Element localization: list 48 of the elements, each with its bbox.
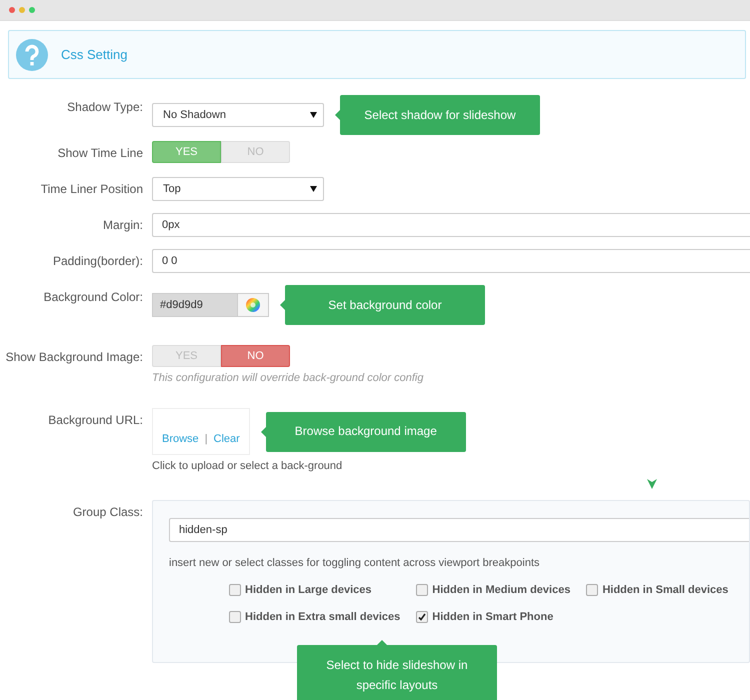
tooltip: Browse background image [266, 412, 466, 452]
checkbox[interactable] [586, 584, 598, 596]
field-label: Background Color: [42, 289, 144, 306]
browse-link[interactable]: Browse [162, 433, 199, 445]
color-wheel-icon [246, 298, 260, 312]
checkbox[interactable] [229, 584, 241, 596]
checkbox[interactable] [229, 611, 241, 623]
input-field[interactable]: hidden-sp [169, 518, 749, 542]
help-text: This configuration will override back-ground color config [152, 372, 424, 384]
help-text: insert new or select classes for toggling content across viewport breakpoints [169, 557, 541, 569]
help-icon [16, 38, 48, 70]
field-label: Time Liner Position [40, 181, 144, 198]
field-label: Show Time Line [56, 145, 144, 162]
maximize-dot[interactable] [29, 7, 35, 13]
caret-icon [310, 184, 317, 194]
checkbox-label: Hidden in Smart Phone [432, 611, 554, 623]
checkbox-label: Hidden in Large devices [245, 584, 372, 596]
tooltip: Select shadow for slideshow [340, 95, 540, 135]
field-label: Group Class: [72, 504, 144, 521]
color-input[interactable]: #d9d9d9 [152, 293, 238, 317]
field-label: Shadow Type: [66, 99, 144, 116]
input-field[interactable]: 0px [152, 213, 750, 237]
caret-icon [310, 110, 317, 120]
field-label: Background URL: [47, 412, 144, 429]
field-label: Show Background Image: [4, 349, 144, 366]
tooltip: Set background color [285, 285, 485, 325]
minimize-dot[interactable] [19, 7, 25, 13]
checkbox[interactable] [416, 611, 428, 623]
help-text: Click to upload or select a back-ground [152, 460, 344, 472]
field-label: Padding(border): [52, 253, 144, 270]
dropdown[interactable]: No Shadown [152, 103, 324, 127]
panel-title: Css Setting [61, 47, 128, 62]
toggle-option[interactable]: NO [221, 345, 290, 367]
color-picker-button[interactable] [238, 293, 269, 317]
checkbox[interactable] [416, 584, 428, 596]
separator: | [204, 433, 208, 445]
field-label: Margin: [102, 217, 144, 234]
upload-area[interactable]: Browse | Clear [152, 408, 250, 455]
toggle-option[interactable]: YES [152, 141, 221, 163]
checkbox-label: Hidden in Medium devices [432, 584, 570, 596]
clear-link[interactable]: Clear [214, 433, 240, 445]
pointer-arrow-icon [647, 479, 657, 489]
dropdown[interactable]: Top [152, 177, 324, 201]
input-field[interactable]: 0 0 [152, 249, 750, 273]
tooltip: Select to hide slideshow in specific layouts [297, 645, 497, 700]
checkbox-label: Hidden in Small devices [602, 584, 728, 596]
checkbox-label: Hidden in Extra small devices [245, 611, 400, 623]
close-dot[interactable] [9, 7, 15, 13]
